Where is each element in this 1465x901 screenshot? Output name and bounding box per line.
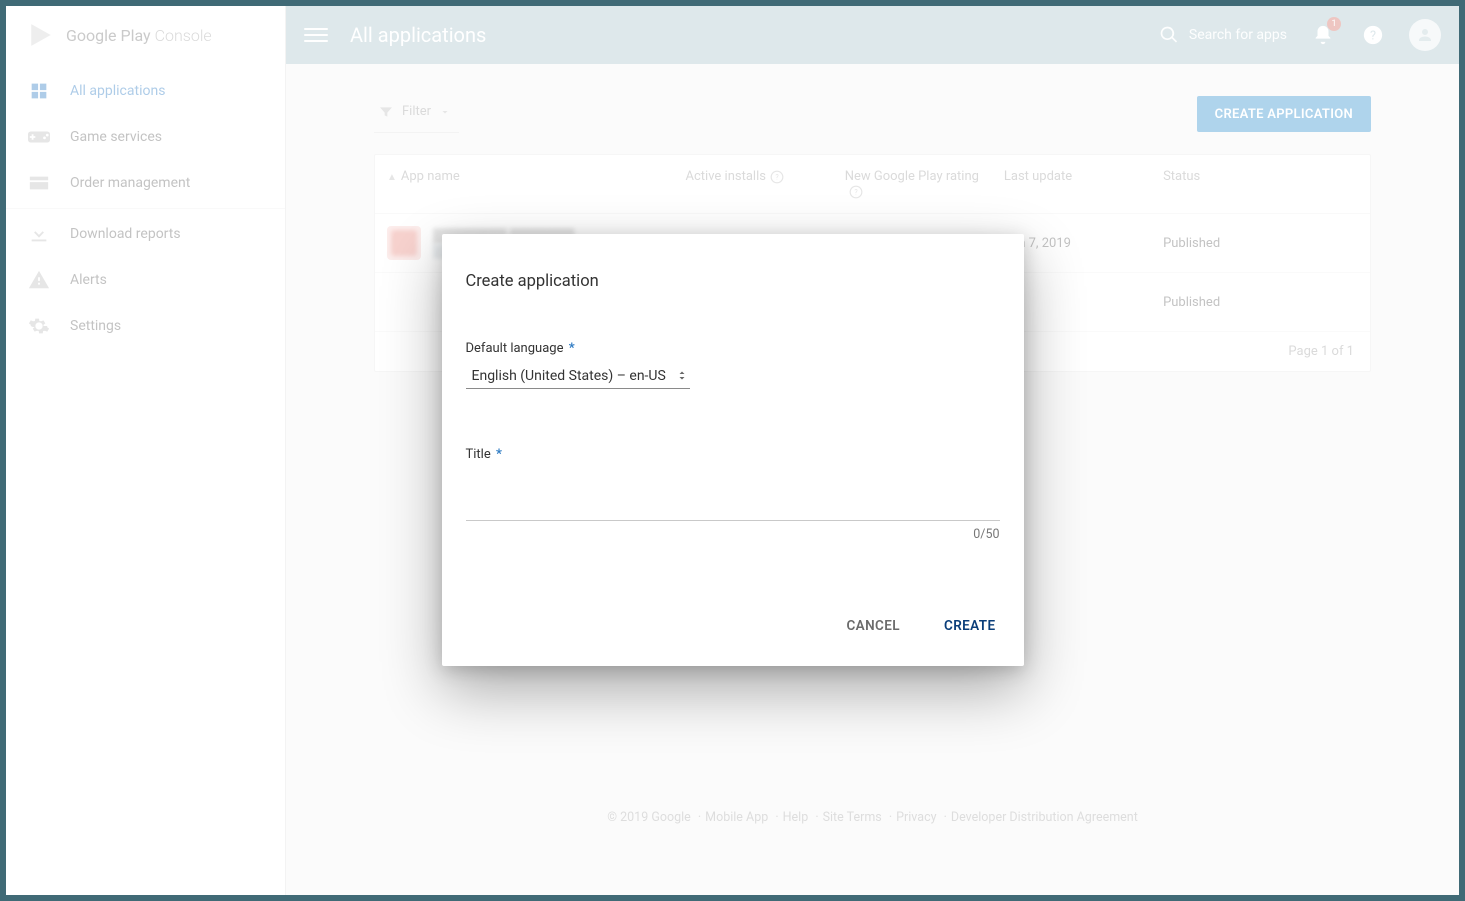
- title-input[interactable]: [466, 488, 1000, 521]
- default-language-select[interactable]: English (United States) – en-US: [466, 364, 690, 389]
- title-char-counter: 0/50: [466, 527, 1000, 542]
- dialog-title: Create application: [466, 272, 1000, 291]
- create-application-dialog: Create application Default language * En…: [442, 234, 1024, 666]
- required-asterisk: *: [493, 447, 502, 462]
- default-language-label: Default language *: [466, 341, 1000, 356]
- create-button[interactable]: CREATE: [940, 612, 1000, 640]
- title-label: Title *: [466, 447, 1000, 462]
- app-shell: Google Play Console All applications Gam…: [6, 6, 1459, 895]
- cancel-button[interactable]: CANCEL: [842, 612, 904, 640]
- required-asterisk: *: [565, 341, 574, 356]
- language-select-input[interactable]: English (United States) – en-US: [466, 364, 690, 388]
